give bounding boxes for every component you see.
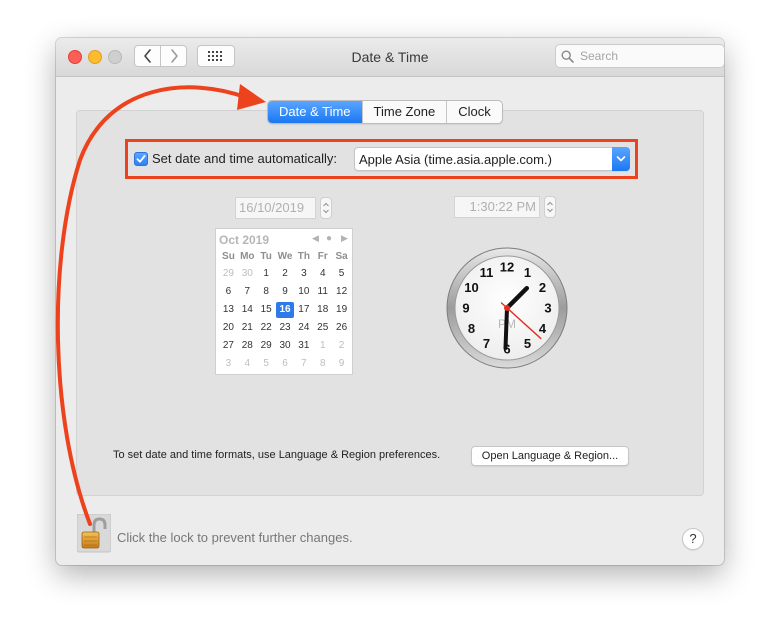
calendar-day[interactable]: 7 [294,356,313,372]
calendar-day[interactable]: 4 [313,266,332,282]
tab-clock[interactable]: Clock [447,101,502,123]
calendar-day[interactable]: 30 [238,266,257,282]
stepper-arrows-icon [547,201,553,213]
calendar-day[interactable]: 13 [219,302,238,318]
calendar-day[interactable]: 21 [238,320,257,336]
clock-center [504,305,510,311]
calendar-day[interactable]: 29 [257,338,276,354]
clock-numeral: 7 [483,336,490,351]
calendar-day[interactable]: 5 [332,266,351,282]
date-stepper[interactable] [320,197,332,219]
calendar-day[interactable]: 29 [219,266,238,282]
calendar-weekday: Tu [260,251,272,262]
calendar-weekday: Th [297,251,310,262]
calendar-day[interactable]: 2 [332,338,351,354]
calendar-day[interactable]: 5 [257,356,276,372]
calendar-day[interactable]: 9 [276,284,295,300]
time-field[interactable]: 1:30:22 PM [454,196,540,218]
help-button[interactable]: ? [682,528,704,550]
calendar-day[interactable]: 15 [257,302,276,318]
tab-bar: Date & Time Time Zone Clock [267,100,503,124]
calendar-day[interactable]: 9 [332,356,351,372]
clock-numeral: 8 [468,321,475,336]
time-stepper[interactable] [544,196,556,218]
calendar-day[interactable]: 4 [238,356,257,372]
calendar-day[interactable]: 3 [219,356,238,372]
calendar-day[interactable]: 25 [313,320,332,336]
calendar-day[interactable]: 26 [332,320,351,336]
title-bar: Date & Time [56,38,724,77]
clock-numeral: 11 [480,265,494,280]
calendar-day[interactable]: 22 [257,320,276,336]
calendar-weekday: Sa [335,251,348,262]
clock-minute-hand [503,306,509,350]
clock-numeral: 4 [539,321,547,336]
clock-numeral: 5 [524,336,531,351]
calendar-weekday-header: Su Mo Tu We Th Fr Sa [219,251,351,262]
clock-numeral: 1 [524,265,531,280]
clock-numeral: 9 [462,301,469,316]
calendar-day[interactable]: 6 [219,284,238,300]
calendar-day[interactable]: 16 [275,302,295,318]
calendar-day[interactable]: 30 [276,338,295,354]
tab-time-zone[interactable]: Time Zone [363,101,448,123]
clock-numeral: 12 [500,260,514,275]
calendar-weekday: Mo [240,251,255,262]
lock-hint: Click the lock to prevent further change… [117,530,353,545]
calendar-week-row: 29 30 1 2 3 4 5 [219,266,351,282]
calendar-day[interactable]: 23 [276,320,295,336]
calendar-weekday: We [277,251,293,262]
calendar-day[interactable]: 8 [257,284,276,300]
clock-numeral: 3 [544,301,551,316]
calendar-day[interactable]: 12 [332,284,351,300]
calendar-day[interactable]: 28 [238,338,257,354]
calendar-day[interactable]: 7 [238,284,257,300]
calendar-day[interactable]: 6 [276,356,295,372]
calendar-day[interactable]: 3 [294,266,313,282]
calendar-day[interactable]: 10 [294,284,313,300]
formats-hint: To set date and time formats, use Langua… [113,449,441,461]
date-field[interactable]: 16/10/2019 [235,197,316,219]
lock-open-icon[interactable] [77,514,111,554]
calendar-day[interactable]: 20 [219,320,238,336]
calendar-day[interactable]: 1 [313,338,332,354]
calendar-next-icon[interactable]: ▶ [341,233,348,244]
calendar-prev-icon[interactable]: ◀ [312,233,319,244]
search-field[interactable] [555,44,724,68]
calendar-day[interactable]: 8 [313,356,332,372]
annotation-highlight-box [125,139,638,179]
calendar-day[interactable]: 1 [257,266,276,282]
calendar-week-row: 13 14 15 16 17 18 19 [219,302,351,318]
calendar-day[interactable]: 14 [238,302,257,318]
calendar-month-label: Oct 2019 [219,233,270,247]
calendar-week-row: 20 21 22 23 24 25 26 [219,320,351,336]
clock-numeral: 10 [464,280,478,295]
window: Date & Time Date & Time Time Zone Clock … [56,38,724,565]
clock-numeral: 2 [539,280,546,295]
calendar-day[interactable]: 24 [294,320,313,336]
calendar-day[interactable]: 11 [313,284,332,300]
calendar-day[interactable]: 19 [332,302,351,318]
calendar-day[interactable]: 31 [294,338,313,354]
stepper-arrows-icon [323,202,329,214]
tab-date-time[interactable]: Date & Time [268,101,363,123]
analog-clock: 121234567891011 PM [446,247,568,369]
calendar-weekday: Fr [317,251,328,262]
calendar-week-row: 27 28 29 30 31 1 2 [219,338,351,354]
calendar-day[interactable]: 27 [219,338,238,354]
calendar-today-icon[interactable]: ● [326,233,332,244]
calendar-week-row: 3456789 [219,356,351,372]
calendar-day[interactable]: 2 [276,266,295,282]
calendar-week-row: 6 7 8 9 10 11 12 [219,284,351,300]
calendar-day[interactable]: 18 [313,302,332,318]
search-icon [561,50,574,63]
search-input[interactable] [578,48,722,64]
calendar: Oct 2019 ◀ ● ▶ Su Mo Tu We Th Fr Sa 29 30 1 2 3 4 5 6… [215,228,353,375]
open-language-region-button[interactable]: Open Language & Region... [471,446,629,466]
calendar-weekday: Su [222,251,235,262]
calendar-day[interactable]: 17 [294,302,313,318]
